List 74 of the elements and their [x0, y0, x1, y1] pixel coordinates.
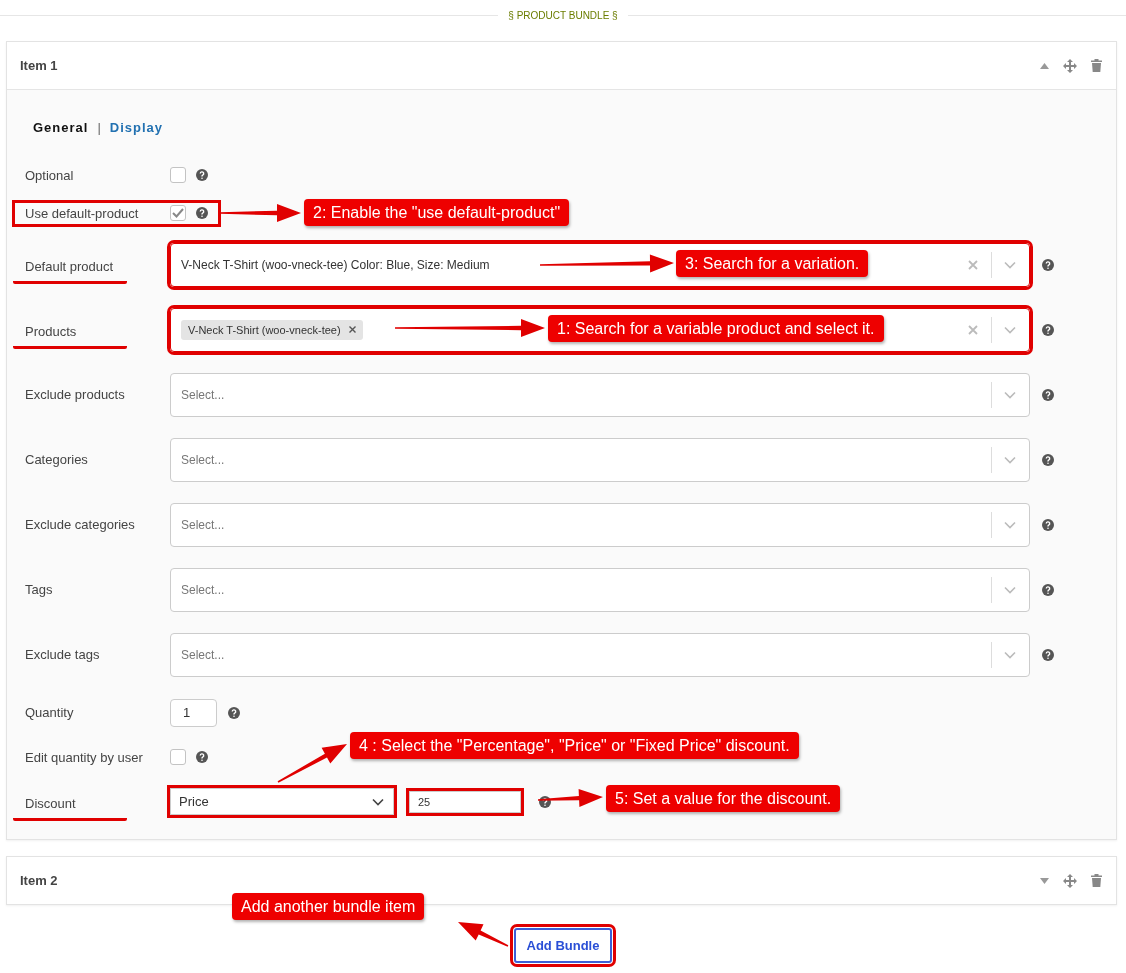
tab-separator: | — [97, 119, 101, 135]
select-field[interactable]: Select... — [170, 567, 1030, 612]
quantity-field[interactable]: 1 — [170, 698, 217, 727]
help-icon — [196, 751, 208, 763]
field-label: Edit quantity by user — [25, 749, 144, 765]
move-icon[interactable] — [1063, 58, 1077, 73]
trash-icon[interactable] — [1091, 874, 1102, 887]
placeholder-text: Select... — [181, 452, 225, 467]
chevron-down-icon — [1004, 455, 1016, 464]
select-field[interactable]: Select... — [170, 502, 1030, 547]
callout-label: 5: Set a value for the discount. — [606, 785, 841, 812]
placeholder-text: Select... — [181, 582, 225, 597]
arrow — [538, 789, 603, 808]
chevron-down-icon — [1004, 325, 1016, 334]
checkbox[interactable] — [170, 749, 186, 765]
callout-label: 2: Enable the "use default-product" — [304, 199, 570, 226]
tag-label: V-Neck T-Shirt (woo-vneck-tee) — [188, 323, 341, 336]
field-label: Use default-product — [25, 205, 140, 221]
triangle-up-icon[interactable] — [1040, 62, 1049, 69]
discount-amount-field[interactable]: 25 — [409, 790, 521, 813]
field-label: Products — [13, 324, 127, 349]
callout-label: 1: Search for a variable product and select it. — [548, 315, 884, 342]
checkbox[interactable] — [170, 205, 186, 221]
help-icon — [228, 706, 240, 719]
help-icon — [196, 169, 208, 181]
selected-value: V-Neck T-Shirt (woo-vneck-tee) Color: Blue, Size: Medium — [181, 257, 490, 272]
help-icon — [1042, 388, 1054, 401]
callout-label: 4 : Select the "Percentage", "Price" or "Fixed Price" discount. — [350, 732, 799, 759]
help-icon — [196, 207, 208, 219]
help-icon — [1042, 258, 1054, 271]
checkbox[interactable] — [170, 167, 186, 183]
help-icon — [1042, 518, 1054, 531]
field-label: Tags — [25, 582, 54, 597]
placeholder-text: Select... — [181, 647, 225, 662]
arrow — [458, 922, 509, 947]
arrow — [277, 744, 347, 783]
field-label: Discount — [13, 796, 127, 821]
section-title: § PRODUCT BUNDLE § — [508, 9, 618, 21]
chevron-down-icon — [1004, 260, 1016, 269]
callout-label: Add another bundle item — [232, 893, 425, 920]
discount-select[interactable]: Price — [170, 788, 394, 815]
help-icon — [1042, 583, 1054, 596]
field-label: Default product — [13, 259, 127, 284]
select-field[interactable]: Select... — [170, 372, 1030, 417]
chevron-down-icon — [1004, 650, 1016, 659]
item-title: Item 1 — [20, 58, 59, 73]
placeholder-text: Select... — [181, 517, 225, 532]
help-icon — [1042, 648, 1054, 661]
chevron-down-icon — [1004, 520, 1016, 529]
field-label: Optional — [25, 167, 75, 183]
field-label: Exclude categories — [25, 517, 136, 532]
field-label: Quantity — [25, 705, 75, 720]
item-title: Item 2 — [20, 873, 59, 888]
triangle-down-icon[interactable] — [1040, 877, 1049, 884]
clear-icon[interactable] — [968, 259, 978, 270]
selected-value: Price — [179, 794, 209, 809]
select-field[interactable]: Select... — [170, 632, 1030, 677]
select-field[interactable]: Select... — [170, 437, 1030, 482]
chevron-down-icon — [1004, 585, 1016, 594]
trash-icon[interactable] — [1091, 59, 1102, 72]
clear-icon[interactable] — [968, 324, 978, 335]
tab[interactable]: Display — [109, 119, 164, 135]
placeholder-text: Select... — [181, 387, 225, 402]
help-icon — [1042, 453, 1054, 466]
chevron-down-icon — [372, 797, 384, 806]
tab[interactable]: General — [33, 119, 89, 135]
field-label: Categories — [25, 452, 89, 467]
chevron-down-icon — [1004, 390, 1016, 399]
field-label: Exclude products — [25, 387, 126, 402]
callout-label: 3: Search for a variation. — [676, 250, 869, 277]
move-icon[interactable] — [1063, 873, 1077, 888]
help-icon — [1042, 323, 1054, 336]
field-label: Exclude tags — [25, 647, 101, 662]
remove-icon[interactable] — [348, 326, 356, 333]
